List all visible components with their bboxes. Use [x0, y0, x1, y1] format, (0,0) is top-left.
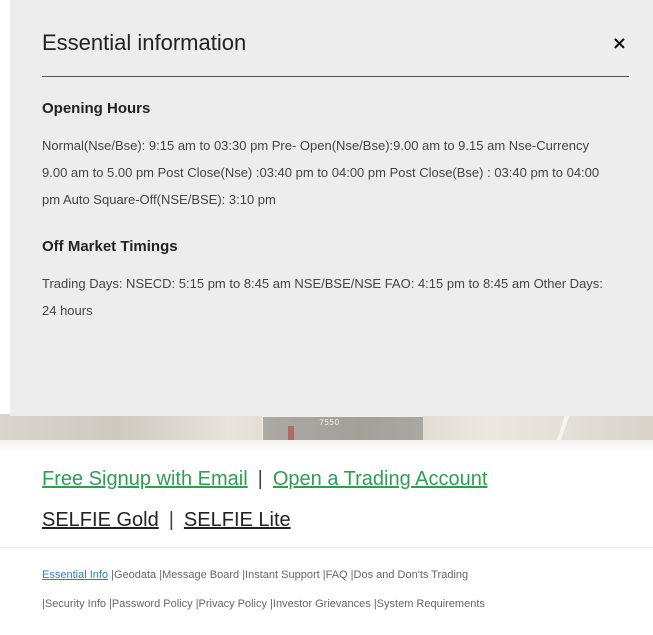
- footer-divider: [0, 547, 653, 548]
- off-market-timings-heading: Off Market Timings: [42, 238, 178, 255]
- link-separator: |: [168, 509, 174, 531]
- footer-link-system-requirements[interactable]: |System Requirements: [374, 598, 485, 610]
- modal-title: Essential information: [42, 30, 247, 55]
- free-signup-email-link[interactable]: Free Signup with Email: [42, 468, 248, 490]
- footer-link-security-info[interactable]: |Security Info: [42, 598, 106, 610]
- opening-hours-heading: Opening Hours: [42, 100, 151, 117]
- close-icon[interactable]: ×: [612, 35, 627, 53]
- signup-links-row: Free Signup with Email | Open a Trading Ac…: [42, 468, 487, 491]
- footer-link-dos-donts[interactable]: |Dos and Don'ts Trading: [351, 569, 468, 581]
- link-separator: |: [257, 468, 263, 490]
- footer-links: Essential Info |Geodata |Message Board |…: [42, 561, 652, 619]
- selfie-gold-link[interactable]: SELFIE Gold: [42, 509, 159, 531]
- off-market-timings-text: Trading Days: NSECD: 5:15 pm to 8:45 am …: [42, 276, 603, 318]
- footer-link-privacy-policy[interactable]: |Privacy Policy: [196, 598, 267, 610]
- selfie-links-row: SELFIE Gold | SELFIE Lite: [42, 509, 291, 532]
- footer-link-investor-grievances[interactable]: |Investor Grievances: [270, 598, 371, 610]
- background-watermark-number: 7550: [319, 418, 340, 427]
- footer-link-instant-support[interactable]: |Instant Support: [242, 569, 319, 581]
- footer-link-faq[interactable]: |FAQ: [323, 569, 348, 581]
- footer-link-password-policy[interactable]: |Password Policy: [109, 598, 193, 610]
- open-trading-account-link[interactable]: Open a Trading Account: [273, 468, 488, 490]
- footer-link-geodata[interactable]: |Geodata: [111, 569, 156, 581]
- background-fade: [0, 440, 653, 454]
- essential-info-modal: Essential information × Opening Hours No…: [10, 0, 653, 416]
- modal-header: Essential information ×: [42, 28, 629, 77]
- selfie-lite-link[interactable]: SELFIE Lite: [184, 509, 291, 531]
- footer-link-message-board[interactable]: |Message Board: [159, 569, 239, 581]
- opening-hours-text: Normal(Nse/Bse): 9:15 am to 03:30 pm Pre…: [42, 138, 600, 207]
- footer-link-essential-info[interactable]: Essential Info: [42, 569, 108, 581]
